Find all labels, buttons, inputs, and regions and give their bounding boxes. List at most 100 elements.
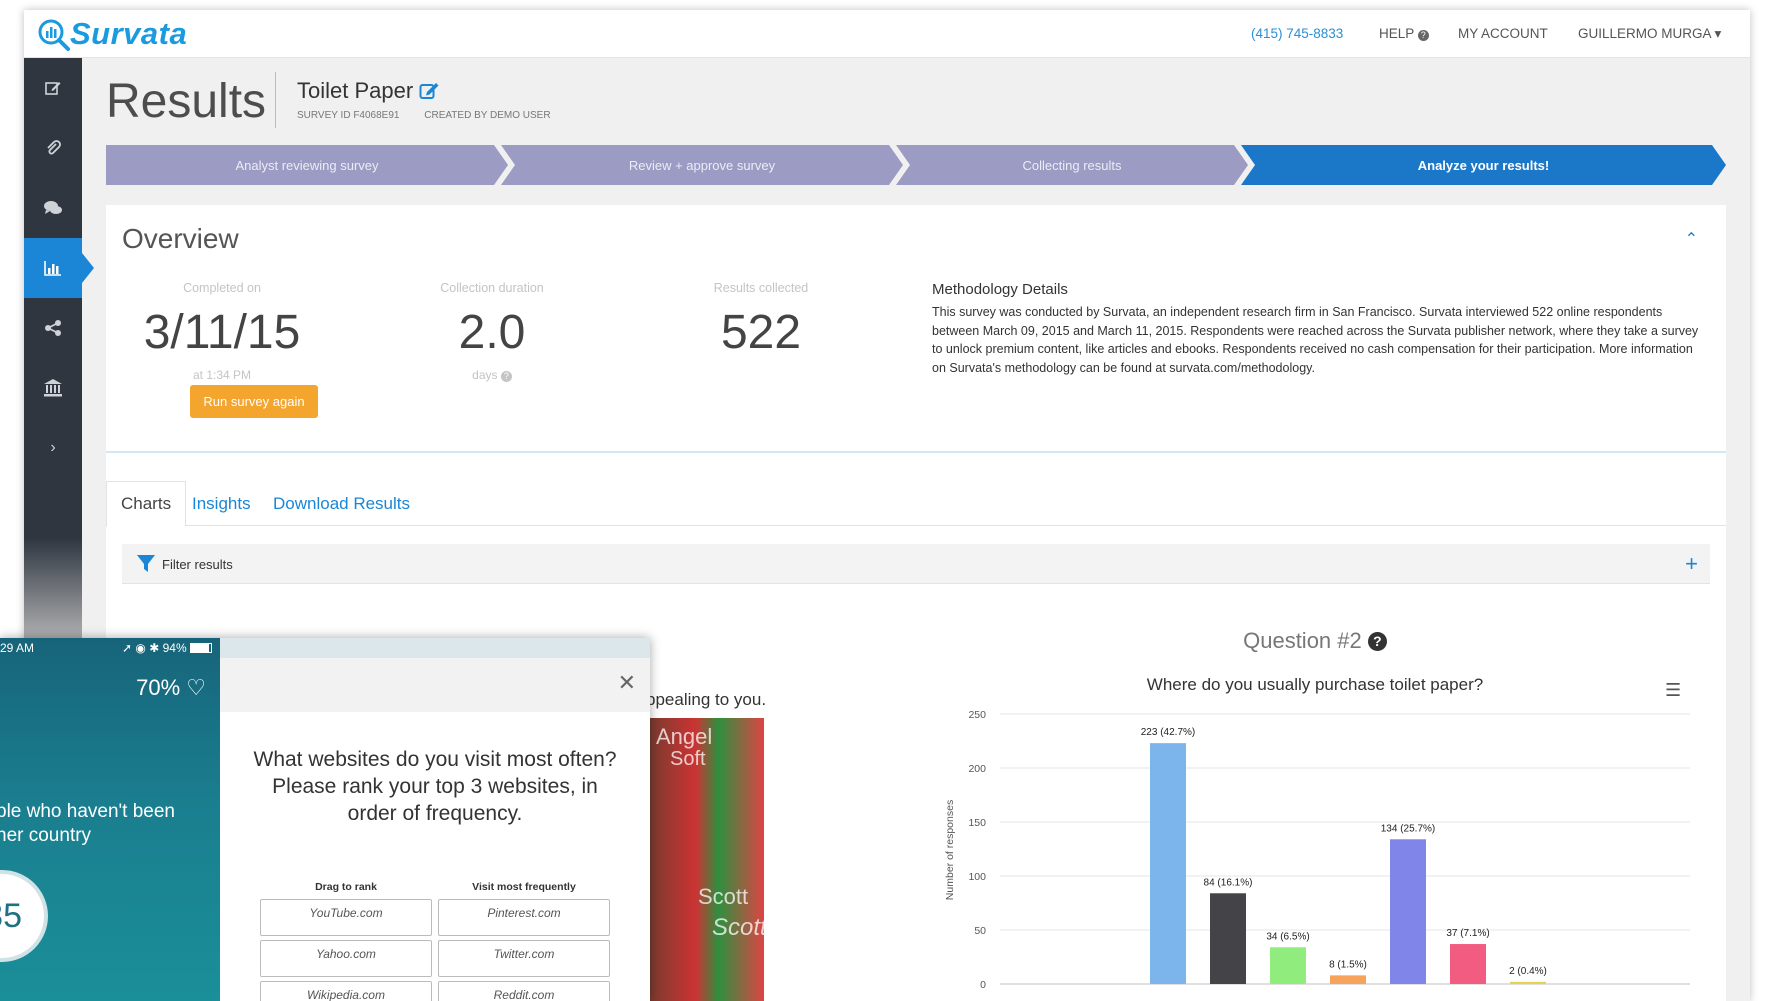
rank-option[interactable]: Yahoo.com <box>260 940 432 977</box>
rank-slot[interactable]: Twitter.com <box>438 940 610 977</box>
stat-completed-label: Completed on <box>183 281 261 295</box>
heart-icon[interactable]: ♡ <box>186 675 206 700</box>
sidebar-item-share[interactable] <box>24 298 82 358</box>
paperclip-icon <box>47 140 61 155</box>
hamburger-menu-icon[interactable]: ☰ <box>1665 680 1681 701</box>
stat-results-label: Results collected <box>713 281 809 295</box>
chart-y-tick-label: 200 <box>968 763 986 775</box>
close-icon[interactable]: ✕ <box>618 670 636 696</box>
step-review-approve: Review + approve survey <box>501 145 903 185</box>
chart-bar[interactable] <box>1270 947 1306 984</box>
question-circle-icon[interactable]: ? <box>1367 632 1387 651</box>
rank-option[interactable]: YouTube.com <box>260 899 432 936</box>
stat-duration-label: Collection duration <box>440 281 544 295</box>
help-link[interactable]: HELP ? <box>1379 26 1429 41</box>
survey-meta: SURVEY ID F4068E91 CREATED BY DEMO USER <box>297 110 573 121</box>
chart-data-label: 8 (1.5%) <box>1329 959 1367 970</box>
rank-slot[interactable]: Reddit.com <box>438 981 610 1001</box>
sidebar-item-edit[interactable] <box>24 58 82 118</box>
logo-magnifier-icon <box>38 19 70 51</box>
tab-charts[interactable]: Charts <box>106 481 187 527</box>
share-icon <box>45 320 61 336</box>
stat-duration: Collection duration 2.0 days ? <box>392 281 592 382</box>
overview-title: Overview <box>122 223 239 254</box>
chart-bar[interactable] <box>1510 981 1546 984</box>
help-label: HELP <box>1379 26 1415 41</box>
plus-icon[interactable]: + <box>1685 551 1698 577</box>
bank-icon <box>44 379 62 397</box>
my-account-link[interactable]: MY ACCOUNT <box>1458 26 1548 41</box>
filter-bar[interactable]: Filter results + <box>122 544 1710 584</box>
bluetooth-icon: ✱ <box>149 641 160 655</box>
sidebar-item-results[interactable] <box>24 238 94 298</box>
chart-bar[interactable] <box>1150 743 1186 984</box>
sidebar-item-bank[interactable] <box>24 358 82 418</box>
chart-bar[interactable] <box>1390 839 1426 984</box>
battery-percent: 94% <box>162 641 187 655</box>
question-number: Question #2 ? <box>1165 628 1465 654</box>
chart-y-ticks: 0 50 100 150 200 250 <box>968 709 986 991</box>
toilet-paper-shelf-image: Angel Soft Scott Scott <box>650 718 764 1001</box>
chart-y-tick-label: 150 <box>968 817 986 829</box>
chart-y-tick-label: 100 <box>968 871 986 883</box>
edit-icon <box>45 82 61 95</box>
logo[interactable]: Survata <box>38 16 187 52</box>
question-2-bar-chart: 0 50 100 150 200 250 Number of responses 223 … <box>944 709 1690 991</box>
chart-bar[interactable] <box>1450 944 1486 984</box>
tab-download-results[interactable]: Download Results <box>259 481 424 526</box>
sidebar: › <box>24 58 94 658</box>
survey-id: SURVEY ID F4068E91 <box>297 110 400 121</box>
answer-circle[interactable]: 35 <box>0 870 48 962</box>
chevron-up-icon[interactable]: ⌃ <box>1685 229 1698 249</box>
chart-data-label: 37 (7.1%) <box>1446 928 1489 939</box>
mobile-survey-mockup: 29 AM ➚ ◉ ✱ 94% 70% ♡ ple who haven't be… <box>0 638 650 1001</box>
mobile-header <box>220 658 650 712</box>
comments-icon <box>44 201 62 214</box>
methodology-text: This survey was conducted by Survata, an… <box>932 305 1699 375</box>
question-circle-icon: ? <box>1417 30 1429 41</box>
stat-results-value: 522 <box>720 306 802 359</box>
brand-label-scott-logo: Scott <box>712 914 764 941</box>
mobile-screen-left: 29 AM ➚ ◉ ✱ 94% 70% ♡ ple who haven't be… <box>0 638 220 1001</box>
chart-y-tick-label: 250 <box>968 709 986 721</box>
survey-preview-peek-text: ppealing to you. <box>646 690 767 709</box>
run-survey-again-button[interactable]: Run survey again <box>190 385 318 418</box>
rank-slot[interactable]: Pinterest.com <box>438 899 610 936</box>
sidebar-item-attachments[interactable] <box>24 118 82 178</box>
location-icon: ➚ <box>121 641 133 655</box>
chart-y-tick-label: 0 <box>980 979 986 991</box>
chevron-right-icon: › <box>50 439 56 456</box>
rank-column-frequent-header: Visit most frequently <box>472 881 576 893</box>
chart-gridlines <box>1000 713 1690 985</box>
chart-data-label: 223 (42.7%) <box>1141 727 1195 738</box>
status-bar: 29 AM ➚ ◉ ✱ 94% <box>0 638 220 658</box>
chart-bar-labels: 223 (42.7%) 84 (16.1%) 34 (6.5%) 8 (1.5%) 13… <box>1141 727 1547 977</box>
chart-y-tick-label: 50 <box>974 925 986 937</box>
chart-data-label: 84 (16.1%) <box>1204 877 1253 888</box>
phone-link[interactable]: (415) 745-8833 <box>1251 26 1343 41</box>
stat-duration-sub: days ? <box>392 368 592 382</box>
edit-survey-icon[interactable] <box>419 81 441 101</box>
rank-question-text: What websites do you visit most often? P… <box>253 748 617 825</box>
rank-column-drag-header: Drag to rank <box>315 881 377 893</box>
stat-completed: Completed on 3/11/15 at 1:34 PM <box>122 281 322 382</box>
survey-name-text: Toilet Paper <box>297 78 414 103</box>
question-number-text: Question #2 <box>1243 628 1362 653</box>
progress-indicator: 70% ♡ <box>136 675 206 701</box>
chart-bar[interactable] <box>1210 893 1246 984</box>
rank-option[interactable]: Wikipedia.com <box>260 981 432 1001</box>
chart-data-label: 2 (0.4%) <box>1509 966 1547 977</box>
status-indicators: ➚ ◉ ✱ 94% <box>122 641 212 655</box>
chart-bar[interactable] <box>1330 975 1366 984</box>
stat-completed-sub: at 1:34 PM <box>192 368 252 382</box>
user-menu[interactable]: GUILLERMO MURGA ▾ <box>1578 26 1721 42</box>
logo-text: Survata <box>70 16 188 51</box>
question-circle-icon[interactable]: ? <box>500 371 512 382</box>
sidebar-item-comments[interactable] <box>24 178 82 238</box>
step-analyze-results: Analyze your results! <box>1241 145 1726 185</box>
survey-name: Toilet Paper <box>297 78 441 104</box>
tab-insights[interactable]: Insights <box>178 481 265 526</box>
rank-column-drag: Drag to rank YouTube.com Yahoo.com Wikip… <box>260 881 432 1001</box>
sidebar-expand[interactable]: › <box>24 418 82 478</box>
step-analyst-reviewing: Analyst reviewing survey <box>106 145 508 185</box>
